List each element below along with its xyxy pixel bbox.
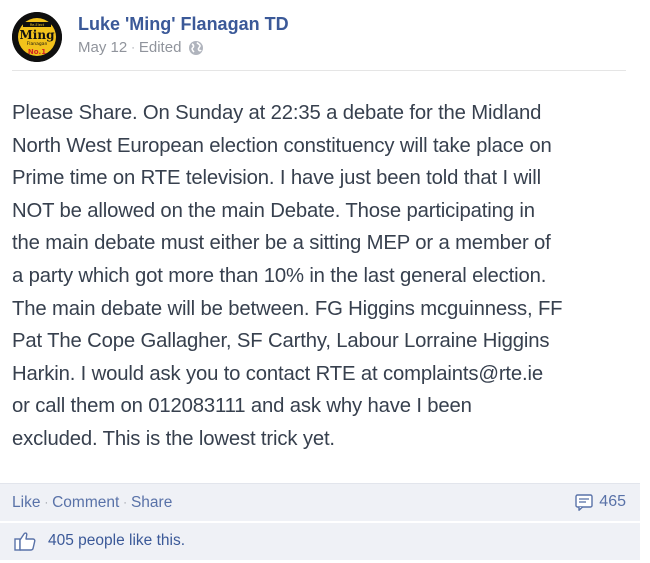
- post-text-line: a party which got more than 10% in the l…: [12, 264, 547, 287]
- post-text-line: Please Share. On Sunday at 22:35 a debat…: [12, 102, 542, 124]
- share-button[interactable]: Share: [131, 494, 172, 512]
- avatar-badge-surname: Flanagan: [27, 41, 48, 47]
- avatar-badge-name: Ming: [20, 28, 56, 42]
- post-text-line: the main debate must either be a sitting…: [12, 232, 551, 255]
- action-separator: ·: [44, 497, 49, 509]
- post-text-line: excluded. This is the lowest trick yet.: [12, 427, 335, 450]
- post-text-line: Pat The Cope Gallagher, SF Carthy, Labou…: [12, 330, 550, 353]
- comments-count-link[interactable]: 465: [575, 493, 626, 511]
- post-text-line: or call them on 012083111 and ask why ha…: [12, 395, 472, 418]
- header-divider: [12, 70, 626, 71]
- post-text-line: Harkin. I would ask you to contact RTE a…: [12, 362, 544, 385]
- likes-bar: 405 people like this.: [0, 522, 640, 560]
- meta-separator: ·: [131, 41, 135, 54]
- post-text-line: NOT be allowed on the main Debate. Those…: [12, 199, 535, 222]
- likes-summary: 405 people like this.: [14, 531, 185, 551]
- post-body: Please Share. On Sunday at 22:35 a debat…: [12, 97, 632, 456]
- avatar-badge-number: No.1: [28, 48, 46, 56]
- post-meta: May 12 · Edited: [78, 39, 204, 56]
- post-text-line: The main debate will be between. FG Higg…: [12, 297, 563, 320]
- post-actions-bar: Like · Comment · Share 465: [0, 483, 640, 521]
- likes-count-link[interactable]: 405 people like this.: [48, 532, 185, 550]
- post-author[interactable]: Luke 'Ming' Flanagan TD: [78, 14, 289, 35]
- post-header: Re-Elect Ming Flanagan No.1 Luke 'Ming' …: [12, 10, 632, 62]
- avatar-badge-top: Re-Elect: [30, 23, 45, 27]
- post-date[interactable]: May 12: [78, 39, 127, 56]
- avatar[interactable]: Re-Elect Ming Flanagan No.1: [12, 12, 62, 62]
- globe-icon[interactable]: [188, 40, 204, 56]
- edited-label[interactable]: Edited: [139, 39, 182, 56]
- post-text-line: Prime time on RTE television. I have jus…: [12, 167, 542, 190]
- like-button[interactable]: Like: [12, 494, 40, 512]
- comment-icon: [575, 493, 593, 511]
- action-separator: ·: [123, 497, 127, 509]
- thumbs-up-icon: [14, 532, 36, 551]
- comments-count[interactable]: 465: [599, 493, 626, 511]
- post-text-line: North West European election constituenc…: [12, 134, 552, 157]
- post-actions: Like · Comment · Share: [12, 494, 172, 512]
- avatar-image: Re-Elect Ming Flanagan No.1: [12, 12, 62, 62]
- comment-button[interactable]: Comment: [52, 494, 119, 512]
